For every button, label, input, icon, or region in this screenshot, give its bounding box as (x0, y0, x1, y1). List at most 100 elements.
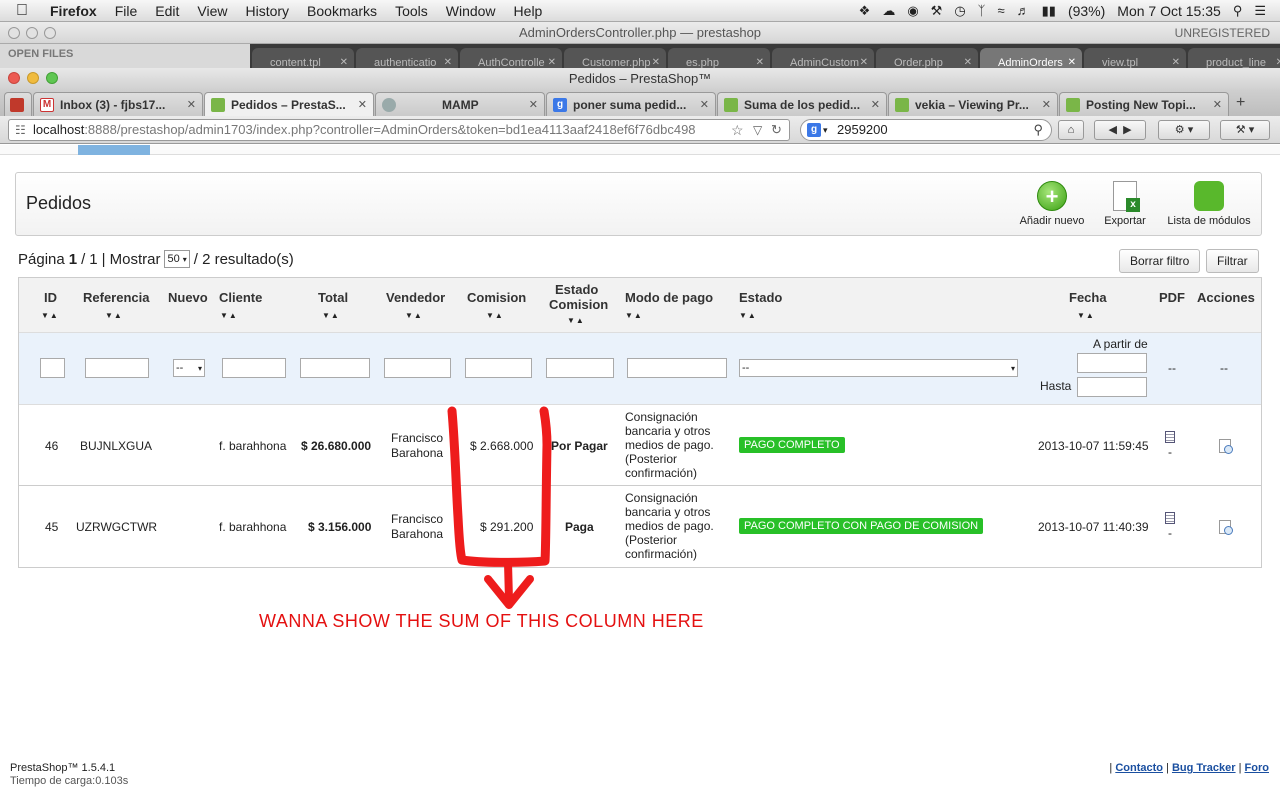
search-icon[interactable]: ⚲ (1033, 120, 1043, 140)
close-icon[interactable]: ✕ (652, 57, 660, 68)
spotlight-icon[interactable]: ⚲ (1233, 3, 1243, 19)
back-forward-buttons[interactable]: ◀ ▶ (1094, 120, 1146, 140)
tools-button[interactable]: ⚒ ▾ (1220, 120, 1270, 140)
home-icon: ⌂ (1067, 124, 1075, 136)
menu-help[interactable]: Help (514, 3, 543, 19)
footer-link-bug-tracker[interactable]: Bug Tracker (1172, 762, 1236, 774)
editor-zoom-button[interactable] (44, 27, 56, 39)
browser-tab[interactable]: Posting New Topi... ✕ (1059, 92, 1229, 116)
editor-tab[interactable]: AuthControlle ✕ (460, 48, 562, 70)
browser-title: Pedidos – PrestaShop™ (568, 71, 712, 86)
close-icon[interactable]: ✕ (700, 98, 709, 111)
close-icon[interactable]: ✕ (964, 57, 972, 68)
apple-icon[interactable]:  (16, 2, 38, 20)
editor-open-files: OPEN FILES (0, 44, 250, 70)
close-icon[interactable]: ✕ (529, 98, 538, 111)
browser-navbar: ☷ localhost:8888/prestashop/admin1703/in… (0, 116, 1280, 144)
menu-edit[interactable]: Edit (155, 3, 179, 19)
search-bar[interactable]: g ▾ 2959200 ⚲ (800, 119, 1052, 141)
editor-tab-active[interactable]: AdminOrders ✕ (980, 48, 1082, 70)
close-icon[interactable]: ✕ (340, 57, 348, 68)
close-icon[interactable]: ✕ (871, 98, 880, 111)
close-icon[interactable]: ✕ (444, 57, 452, 68)
notification-center-icon[interactable]: ☰ (1254, 3, 1266, 19)
close-icon[interactable]: ✕ (1276, 57, 1280, 68)
search-input[interactable]: 2959200 (837, 122, 888, 137)
editor-tab[interactable]: content.tpl ✕ (252, 48, 354, 70)
google-icon: g (553, 97, 567, 112)
close-icon[interactable]: ✕ (1172, 57, 1180, 68)
browser-tab[interactable]: Suma de los pedid... ✕ (717, 92, 887, 116)
editor-tab[interactable]: view.tpl ✕ (1084, 48, 1186, 70)
chevron-down-icon[interactable]: ▾ (823, 120, 828, 140)
battery-icon[interactable]: ▮▮ (1042, 3, 1056, 19)
close-icon[interactable]: ✕ (860, 57, 868, 68)
browser-tab-label: vekia – Viewing Pr... (915, 97, 1029, 112)
browser-zoom-button[interactable] (46, 72, 58, 84)
reload-icon[interactable]: ↻ (771, 120, 782, 140)
browser-tab[interactable]: vekia – Viewing Pr... ✕ (888, 92, 1058, 116)
editor-minimize-button[interactable] (26, 27, 38, 39)
editor-tab[interactable]: Order.php ✕ (876, 48, 978, 70)
footer-sep: | (1238, 762, 1242, 774)
google-search-engine-icon[interactable]: g (807, 123, 821, 137)
close-icon[interactable]: ✕ (1042, 98, 1051, 111)
site-identity-icon[interactable]: ☷ (15, 120, 26, 140)
footer-sep: | (1109, 762, 1113, 774)
close-icon[interactable]: ✕ (756, 57, 764, 68)
browser-tab-active[interactable]: Pedidos – PrestaS... ✕ (204, 92, 374, 116)
browser-tab-label: Inbox (3) - fjbs17... (60, 97, 166, 112)
eye-icon[interactable]: ◉ (907, 3, 918, 19)
cloud-icon[interactable]: ☁ (882, 3, 895, 19)
menu-file[interactable]: File (115, 3, 138, 19)
browser-minimize-button[interactable] (27, 72, 39, 84)
close-icon[interactable]: ✕ (358, 98, 367, 111)
prestashop-icon (211, 97, 225, 112)
menu-history[interactable]: History (245, 3, 289, 19)
url-dropdown-icon[interactable]: ▽ (753, 120, 762, 140)
annotation-text: WANNA SHOW THE SUM OF THIS COLUMN HERE (259, 611, 704, 631)
time-machine-icon[interactable]: ◷ (954, 3, 965, 19)
browser-close-button[interactable] (8, 72, 20, 84)
dropbox-icon[interactable]: ❖ (859, 3, 871, 19)
menu-view[interactable]: View (197, 3, 227, 19)
menu-bookmarks[interactable]: Bookmarks (307, 3, 377, 19)
editor-tab[interactable]: authenticatio ✕ (356, 48, 458, 70)
page-content: Pedidos + Añadir nuevo Exportar Lista de… (0, 145, 1280, 800)
menu-window[interactable]: Window (446, 3, 496, 19)
footer-link-contacto[interactable]: Contacto (1115, 762, 1163, 774)
menu-app-firefox[interactable]: Firefox (50, 3, 97, 19)
volume-icon[interactable]: ♬ (1017, 3, 1030, 18)
wrench-icon: ⚒ (1235, 124, 1246, 136)
close-icon[interactable]: ✕ (1068, 57, 1076, 68)
editor-tab[interactable]: AdminCustom ✕ (772, 48, 874, 70)
browser-tab[interactable]: M Inbox (3) - fjbs17... ✕ (33, 92, 203, 116)
editor-close-button[interactable] (8, 27, 20, 39)
bluetooth-icon[interactable]: ᛉ (978, 3, 986, 18)
close-icon[interactable]: ✕ (548, 57, 556, 68)
bookmark-star-icon[interactable]: ☆ (731, 120, 744, 140)
footer-link-foro[interactable]: Foro (1245, 762, 1269, 774)
editor-tab[interactable]: es.php ✕ (668, 48, 770, 70)
browser-tab-label: Posting New Topi... (1086, 97, 1196, 112)
addon-button[interactable]: ⚙ ▾ (1158, 120, 1210, 140)
browser-tab[interactable]: g poner suma pedid... ✕ (546, 92, 716, 116)
close-icon[interactable]: ✕ (1213, 98, 1222, 111)
mac-menubar:  Firefox File Edit View History Bookmar… (0, 0, 1280, 22)
pinned-tab[interactable] (4, 92, 32, 116)
wifi-icon[interactable]: ≈ (997, 3, 1004, 18)
menu-tools[interactable]: Tools (395, 3, 428, 19)
url-bar[interactable]: ☷ localhost:8888/prestashop/admin1703/in… (8, 119, 790, 141)
editor-tab[interactable]: product_line ✕ (1188, 48, 1280, 70)
clock[interactable]: Mon 7 Oct 15:35 (1117, 3, 1221, 19)
home-button[interactable]: ⌂ (1058, 120, 1084, 140)
wrench-icon[interactable]: ⚒ (931, 3, 943, 19)
browser-tab[interactable]: MAMP ✕ (375, 92, 545, 116)
forward-icon[interactable]: ▶ (1123, 124, 1131, 136)
editor-titlebar: AdminOrdersController.php — prestashop U… (0, 22, 1280, 44)
editor-tab[interactable]: Customer.php ✕ (564, 48, 666, 70)
back-icon[interactable]: ◀ (1108, 124, 1116, 136)
close-icon[interactable]: ✕ (187, 98, 196, 111)
new-tab-button[interactable]: + (1236, 94, 1245, 112)
browser-tab-label: MAMP (442, 97, 479, 112)
